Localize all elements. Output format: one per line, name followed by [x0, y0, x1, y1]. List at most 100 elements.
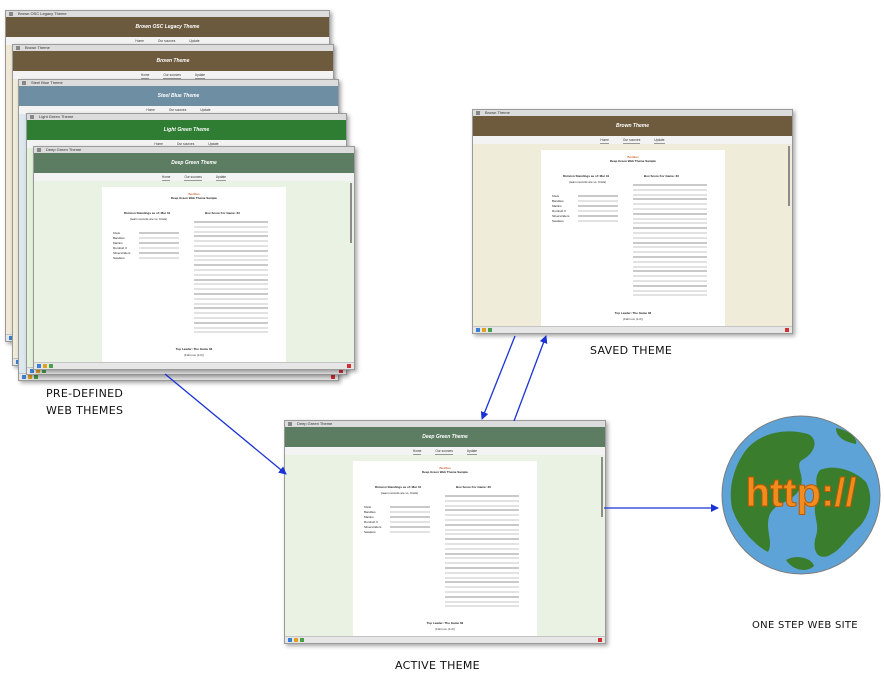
box-score-row — [633, 270, 707, 273]
box-score-row — [445, 605, 519, 608]
box-score-row — [633, 241, 707, 244]
nav-item[interactable]: Home — [600, 137, 609, 144]
box-score-row — [445, 600, 519, 603]
box-score-row — [445, 557, 519, 560]
predefined-caption-line-1: PRE-DEFINED — [46, 387, 124, 400]
box-score-row — [633, 251, 707, 254]
box-score-row — [633, 203, 707, 206]
box-score-row — [445, 504, 519, 507]
theme-header: Brown OSC Legacy Theme — [6, 17, 329, 37]
nav-item[interactable]: Home — [161, 174, 171, 181]
status-icon — [288, 638, 292, 642]
nav-item[interactable]: Update — [654, 137, 665, 144]
theme-header: Deep Green Theme — [34, 153, 354, 173]
theme-window: Brown Theme Brown Theme Home Our sources Upd… — [472, 109, 793, 334]
status-icon — [294, 638, 298, 642]
box-score-row — [445, 499, 519, 502]
nav-item[interactable]: Update — [466, 448, 478, 455]
app-icon — [30, 115, 34, 119]
standings-team: Silverstriders — [552, 214, 570, 218]
standings-team: Kiwis — [552, 194, 560, 198]
box-score-row — [445, 552, 519, 555]
status-bar — [473, 326, 792, 333]
standings-row — [139, 252, 179, 254]
theme-title: Deep Green Theme — [422, 434, 468, 440]
nav-item[interactable]: Home — [412, 448, 422, 455]
box-score-row — [633, 193, 707, 196]
status-icon — [28, 375, 32, 379]
box-score-row — [194, 221, 268, 223]
standings-row — [578, 205, 618, 207]
box-score-row — [445, 581, 519, 584]
standings-row — [390, 526, 430, 528]
standings-team: Swatters — [364, 530, 376, 534]
box-score-row — [445, 567, 519, 569]
box-score-row — [445, 528, 519, 531]
box-score-row — [194, 331, 268, 334]
status-icon — [482, 328, 486, 332]
standings-row — [578, 210, 618, 212]
box-score-row — [633, 227, 707, 230]
standings-row — [578, 195, 618, 197]
box-score-title: Box Score For Game: 33 — [644, 174, 679, 178]
box-score-row — [194, 321, 268, 324]
nav-item[interactable]: Home — [140, 72, 150, 79]
standings-row — [578, 200, 618, 202]
standings-row — [390, 506, 430, 508]
box-score-row — [633, 188, 707, 191]
scrollbar[interactable] — [601, 457, 603, 517]
nav-item[interactable]: Our sources — [435, 448, 453, 455]
top-leader-title: Top Leader: The Game 33 — [426, 621, 464, 625]
theme-window: Deep Green Theme Deep Green Theme Home Our … — [284, 420, 606, 644]
theme-nav: Home Our sources Update — [34, 173, 354, 181]
standings-row — [390, 521, 430, 523]
box-score-row — [445, 514, 519, 517]
standings-team: Kiwis — [364, 505, 372, 509]
box-score-row — [633, 198, 707, 201]
theme-nav: Home Our sources Update — [285, 447, 605, 455]
box-score-row — [633, 280, 707, 282]
box-score-row — [445, 519, 519, 521]
nav-item[interactable]: Our sources — [184, 174, 202, 181]
box-score-row — [194, 317, 268, 319]
arrow-saved-to-active — [480, 335, 516, 420]
theme-title: Deep Green Theme — [171, 160, 217, 166]
arrow-predefined-to-active — [164, 373, 287, 475]
nav-item[interactable]: Our sources — [163, 72, 181, 79]
nav-item[interactable]: Update — [194, 72, 206, 79]
box-score-row — [194, 278, 268, 281]
nav-item[interactable]: Update — [215, 174, 227, 181]
box-score-row — [633, 265, 707, 268]
box-score-row — [194, 307, 268, 310]
nav-item[interactable]: Our sources — [622, 137, 641, 144]
one-step-caption: ONE STEP WEB SITE — [752, 620, 858, 631]
standings-row — [390, 516, 430, 518]
box-score-row — [194, 293, 268, 295]
standings-row — [390, 531, 430, 533]
box-score-row — [633, 260, 707, 263]
status-icon — [476, 328, 480, 332]
standings-row — [390, 511, 430, 513]
app-icon — [22, 81, 26, 85]
standings-team: Kiwis — [113, 231, 121, 235]
box-score-row — [633, 284, 707, 287]
box-score-title: Box Score For Game: 33 — [205, 211, 240, 215]
active-theme-caption: ACTIVE THEME — [395, 659, 480, 672]
box-score-row — [194, 245, 268, 247]
standings-team: Swatters — [552, 219, 564, 223]
standings-row — [139, 257, 179, 259]
top-leader-title: Top Leader: The Game 33 — [614, 311, 652, 315]
standings-row — [578, 215, 618, 217]
standings-row — [139, 232, 179, 234]
standings-team: Swatters — [113, 256, 125, 260]
standings-note: (team records are vs. Kiwis) — [381, 491, 419, 495]
box-score-row — [445, 547, 519, 550]
theme-window: Deep Green Theme Deep Green Theme Home Our … — [33, 146, 355, 370]
sample-content-panel: BoxMan Deep Green Web Theme Sample Divisio… — [102, 187, 286, 363]
status-icon — [37, 364, 41, 368]
box-score-row — [194, 254, 268, 257]
standings-team: Rumbolt II — [364, 520, 378, 524]
scrollbar[interactable] — [350, 183, 352, 243]
theme-header: Deep Green Theme — [285, 427, 605, 447]
scrollbar[interactable] — [788, 146, 790, 206]
